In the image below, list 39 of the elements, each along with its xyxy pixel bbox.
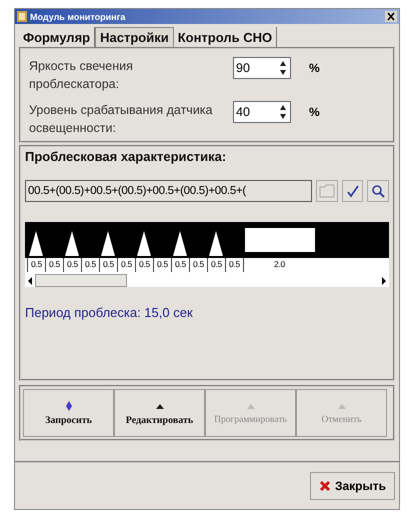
duration-label: 0.5 bbox=[225, 258, 243, 272]
duration-label: 0.5 bbox=[63, 258, 81, 272]
duration-label: 0.5 bbox=[171, 258, 189, 272]
close-icon bbox=[318, 480, 331, 492]
duration-label: 0.5 bbox=[81, 258, 99, 272]
duration-label: 0.5 bbox=[153, 258, 171, 272]
spin-field[interactable]: 90 bbox=[233, 57, 291, 79]
duration-label: 0.5 bbox=[99, 258, 117, 272]
duration-label: 0.5 bbox=[117, 258, 135, 272]
spin-field[interactable]: 40 bbox=[233, 101, 291, 123]
duration-label: 0.5 bbox=[189, 258, 207, 272]
formula-field[interactable]: 00.5+(00.5)+00.5+(00.5)+00.5+(00.5)+00.5+( bbox=[25, 180, 312, 202]
tab[interactable]: Настройки bbox=[95, 27, 174, 47]
duration-label: 2.0 bbox=[243, 258, 315, 272]
action-button[interactable]: Редактировать bbox=[114, 389, 205, 437]
duration-label: 0.5 bbox=[207, 258, 225, 272]
duration-label: 0.5 bbox=[135, 258, 153, 272]
app-icon bbox=[17, 11, 27, 22]
duration-label: 0.5 bbox=[27, 258, 45, 272]
setting-label: Уровень срабатывания датчика освещенности: bbox=[29, 102, 214, 137]
action-button[interactable]: Запросить bbox=[23, 389, 114, 437]
scroll-right-icon[interactable] bbox=[381, 276, 387, 284]
setting-label: Яркость свечения проблескатора: bbox=[29, 58, 134, 93]
folder-icon bbox=[318, 184, 335, 198]
period-text: Период проблеска: 15,0 сек bbox=[25, 305, 194, 320]
apply-button[interactable] bbox=[342, 180, 364, 202]
check-icon bbox=[346, 184, 360, 198]
spin-arrows-icon[interactable] bbox=[279, 104, 287, 120]
close-icon[interactable] bbox=[385, 11, 397, 22]
close-button[interactable]: Закрыть bbox=[310, 472, 395, 500]
duration-label: 0.5 bbox=[45, 258, 63, 272]
section-title: Проблесковая характеристика: bbox=[25, 149, 228, 164]
window-title: Модуль мониторинга bbox=[30, 12, 126, 22]
unit-label: % bbox=[309, 60, 320, 77]
unit-label: % bbox=[309, 104, 320, 121]
search-button[interactable] bbox=[367, 180, 389, 202]
search-icon bbox=[371, 184, 386, 198]
scroll-left-icon[interactable] bbox=[27, 276, 33, 284]
spin-arrows-icon[interactable] bbox=[279, 60, 287, 76]
